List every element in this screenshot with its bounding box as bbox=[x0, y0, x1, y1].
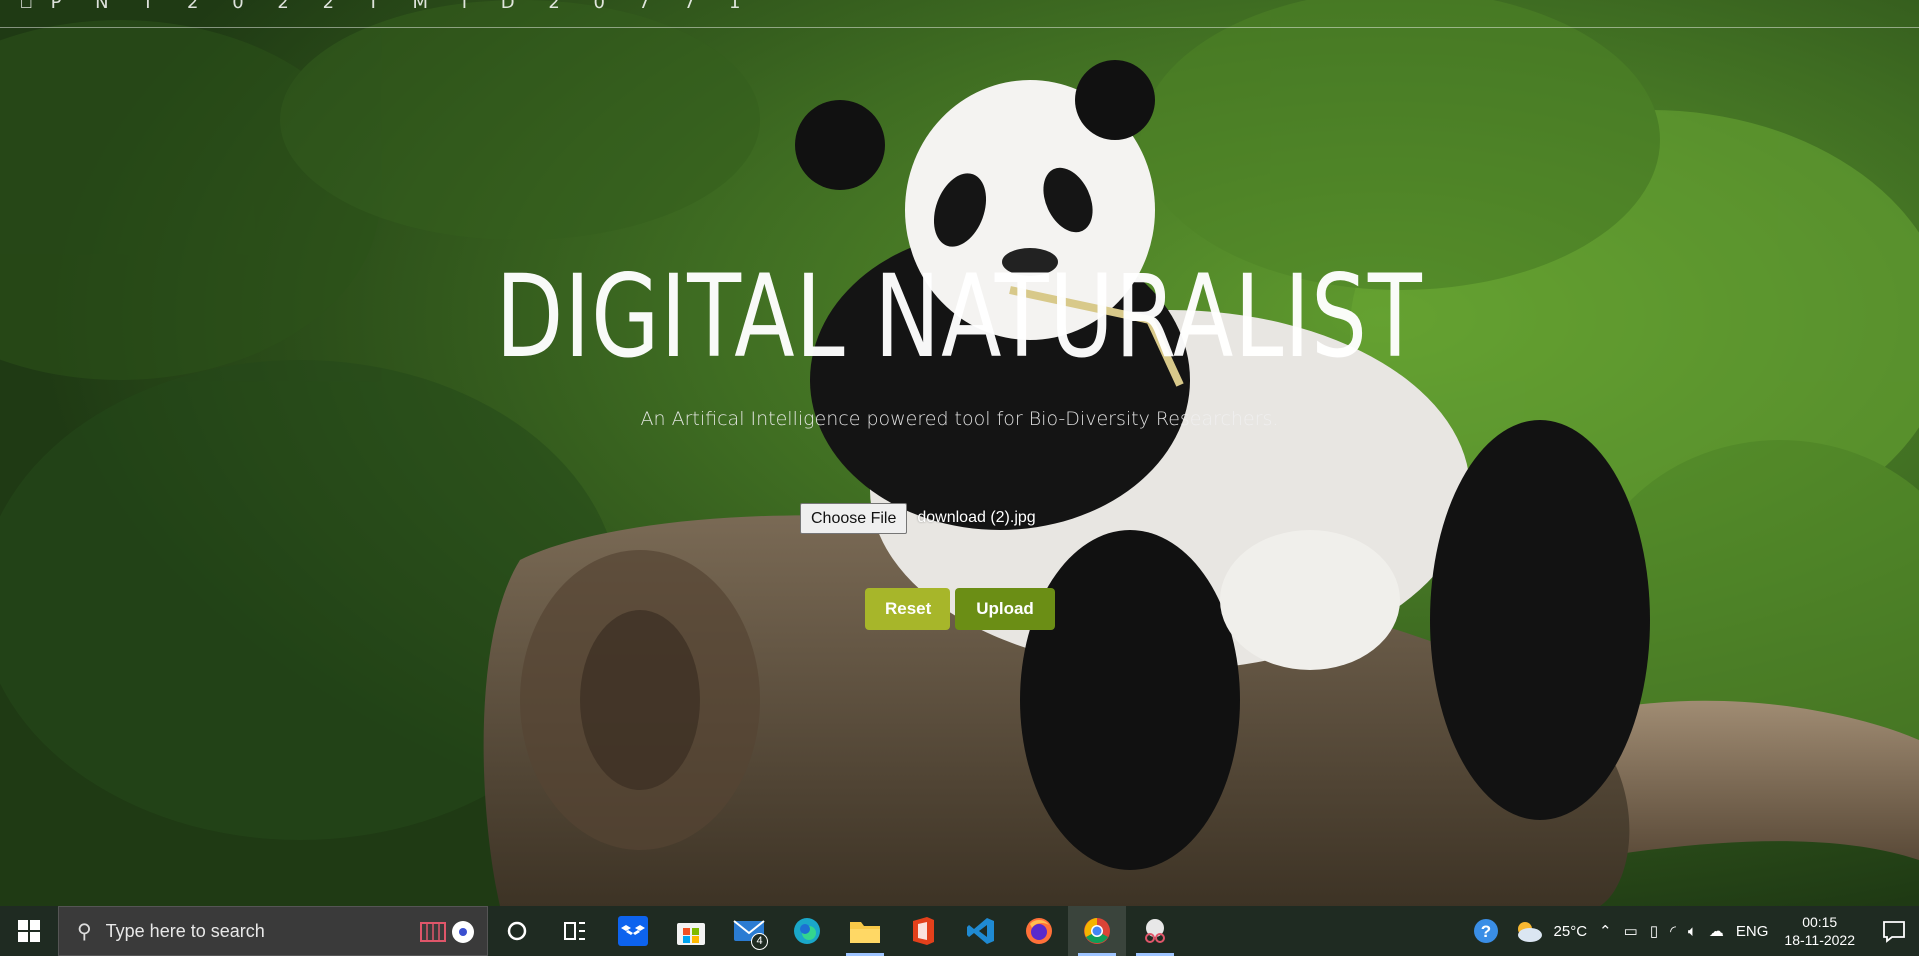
cortana-icon bbox=[507, 921, 527, 941]
vscode-button[interactable] bbox=[952, 906, 1010, 956]
windows-icon bbox=[18, 920, 40, 942]
volume-icon[interactable]: 🔈︎ bbox=[1688, 923, 1697, 940]
clock-time: 00:15 bbox=[1802, 914, 1838, 930]
svg-text:?: ? bbox=[1480, 922, 1490, 941]
show-hidden-icons-chevron-icon[interactable]: ⌃ bbox=[1599, 922, 1612, 940]
choose-file-button[interactable]: Choose File bbox=[800, 502, 908, 534]
nav-brand[interactable]: ☐ P N T 2 0 2 2 T M I D 2 0 7 7 1 bbox=[20, 0, 754, 13]
office-button[interactable] bbox=[894, 906, 952, 956]
office-icon bbox=[913, 917, 934, 945]
file-chooser: Choose File download (2).jpg bbox=[800, 502, 1036, 534]
selected-file-name: download (2).jpg bbox=[917, 509, 1036, 526]
cortana-button[interactable] bbox=[488, 906, 546, 956]
store-icon bbox=[677, 923, 705, 945]
leaf-icon: ☐ bbox=[20, 0, 33, 12]
search-placeholder: Type here to search bbox=[105, 920, 265, 941]
taskbar: ⚲ Type here to search 4 ? 25°C ⌃ ▭ ▯ ◜ 🔈… bbox=[0, 906, 1919, 956]
upload-button[interactable]: Upload bbox=[955, 588, 1055, 630]
meet-now-icon[interactable]: ▯ bbox=[1650, 922, 1658, 940]
page-subtitle: An Artifical Intelligence powered tool f… bbox=[640, 408, 1279, 430]
reset-button[interactable]: Reset bbox=[865, 588, 950, 630]
top-nav: ☐ P N T 2 0 2 2 T M I D 2 0 7 7 1 bbox=[0, 0, 1919, 28]
mail-button[interactable]: 4 bbox=[720, 906, 778, 956]
wifi-icon[interactable]: ◜ bbox=[1670, 922, 1676, 940]
vscode-icon bbox=[967, 918, 994, 944]
dropbox-icon bbox=[618, 916, 648, 946]
system-tray: ? 25°C ⌃ ▭ ▯ ◜ 🔈︎ ☁︎ ENG 00:15 18-11-202… bbox=[1464, 906, 1919, 956]
form-actions: Reset Upload bbox=[865, 588, 1055, 630]
firefox-button[interactable] bbox=[1010, 906, 1068, 956]
mail-badge: 4 bbox=[751, 933, 768, 950]
input-language[interactable]: ENG bbox=[1736, 923, 1769, 940]
notification-icon bbox=[1883, 921, 1905, 943]
start-button[interactable] bbox=[0, 906, 58, 956]
snipping-tool-icon bbox=[1145, 919, 1165, 943]
edge-icon bbox=[794, 918, 820, 944]
weather-cloud-sun-icon bbox=[1517, 922, 1542, 942]
page-title: DIGITAL NATURALIST bbox=[495, 250, 1424, 383]
weather-button[interactable] bbox=[1508, 906, 1548, 956]
search-icon: ⚲ bbox=[77, 919, 92, 943]
onedrive-cloud-icon[interactable]: ☁︎ bbox=[1709, 922, 1724, 940]
notifications-button[interactable] bbox=[1869, 906, 1919, 956]
nav-brand-text: P N T 2 0 2 2 T M I D 2 0 7 7 1 bbox=[50, 0, 755, 13]
help-button[interactable]: ? bbox=[1464, 906, 1508, 956]
chrome-button[interactable] bbox=[1068, 906, 1126, 956]
task-view-icon bbox=[564, 922, 585, 940]
file-explorer-button[interactable] bbox=[836, 906, 894, 956]
battery-icon[interactable]: ▭ bbox=[1624, 922, 1638, 940]
hero-background-image bbox=[0, 0, 1919, 906]
search-highlight-icon bbox=[419, 919, 475, 945]
snipping-tool-button[interactable] bbox=[1126, 906, 1184, 956]
taskbar-clock[interactable]: 00:15 18-11-2022 bbox=[1784, 913, 1855, 949]
taskbar-search-box[interactable]: ⚲ Type here to search bbox=[58, 906, 488, 956]
help-icon: ? bbox=[1473, 919, 1498, 943]
folder-icon bbox=[850, 922, 880, 943]
chrome-icon bbox=[1084, 918, 1110, 944]
weather-temperature[interactable]: 25°C bbox=[1554, 923, 1588, 940]
task-view-button[interactable] bbox=[546, 906, 604, 956]
dropbox-button[interactable] bbox=[604, 906, 662, 956]
store-button[interactable] bbox=[662, 906, 720, 956]
firefox-icon bbox=[1026, 918, 1052, 944]
edge-button[interactable] bbox=[778, 906, 836, 956]
clock-date: 18-11-2022 bbox=[1784, 932, 1855, 948]
